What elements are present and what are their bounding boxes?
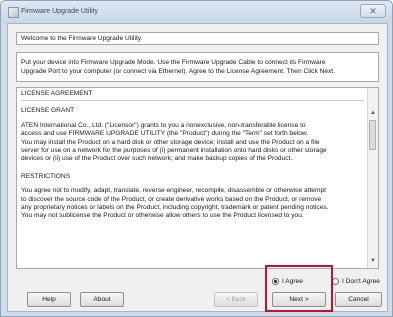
app-icon	[8, 7, 19, 18]
license-scrollbar[interactable]: ▲ ▼	[367, 88, 378, 268]
scroll-down-icon[interactable]: ▼	[368, 256, 378, 266]
welcome-message: Welcome to the Firmware Upgrade Utility.	[16, 32, 379, 45]
about-button[interactable]: About	[80, 292, 124, 307]
scroll-thumb[interactable]	[369, 120, 376, 150]
restrictions-text: You agree not to modify, adapt, translat…	[21, 187, 329, 220]
license-text: LICENSE AGREEMENT LICENSE GRANT ATEN Int…	[21, 90, 364, 221]
license-heading: LICENSE AGREEMENT	[21, 90, 93, 97]
title-bar: Firmware Upgrade Utility ✕	[1, 1, 392, 23]
license-grant-text: ATEN International Co., Ltd. ("Licensor"…	[21, 121, 327, 163]
window-title: Firmware Upgrade Utility	[21, 8, 99, 15]
back-button[interactable]: < Back	[214, 292, 258, 307]
firmware-upgrade-window: Firmware Upgrade Utility ✕ Welcome to th…	[0, 0, 393, 317]
disagree-radio-indicator[interactable]	[332, 277, 339, 285]
license-agreement-box[interactable]: LICENSE AGREEMENT LICENSE GRANT ATEN Int…	[16, 87, 379, 269]
license-divider	[21, 100, 364, 101]
cancel-button[interactable]: Cancel	[335, 292, 382, 307]
instructions-text: Put your device into Firmware Upgrade Mo…	[16, 52, 379, 82]
scroll-up-icon[interactable]: ▲	[368, 108, 378, 118]
restrictions-heading: RESTRICTIONS	[21, 172, 71, 180]
license-grant-heading: LICENSE GRANT	[21, 107, 75, 115]
help-button[interactable]: Help	[27, 292, 71, 307]
close-button[interactable]: ✕	[360, 4, 386, 18]
dialog-content: Welcome to the Firmware Upgrade Utility.…	[7, 23, 388, 312]
highlight-box	[265, 265, 333, 312]
disagree-label[interactable]: I Don't Agree	[342, 278, 380, 285]
disagree-radio[interactable]: I Don't Agree	[332, 275, 380, 287]
